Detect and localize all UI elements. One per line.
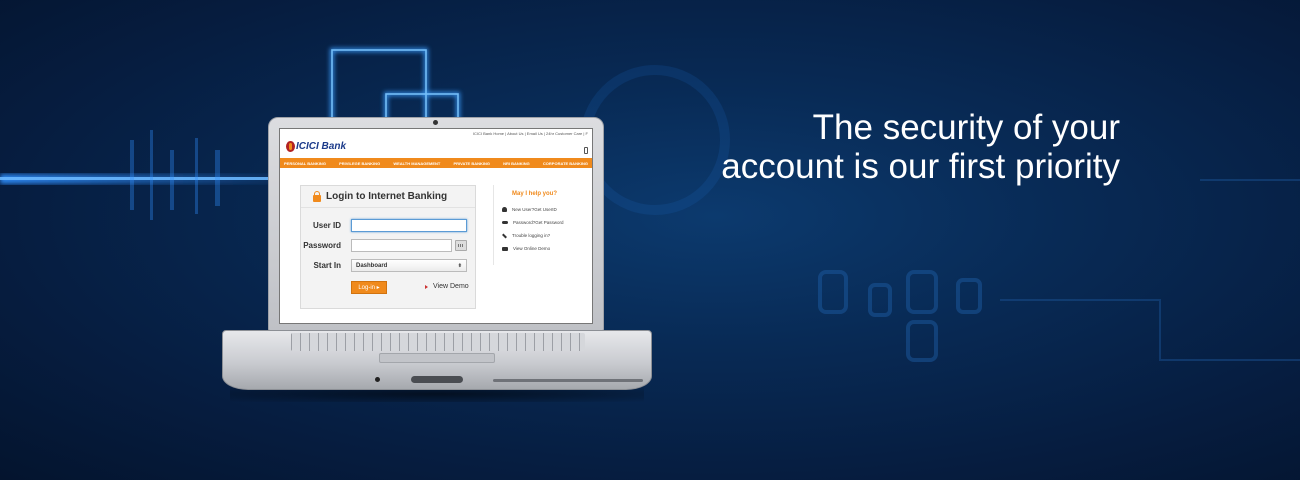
user-icon [502, 207, 507, 212]
bank-logo-icon [286, 141, 295, 152]
laptop-lid: ICICI Bank Home | About Us | Email Us | … [268, 117, 604, 331]
user-id-input[interactable] [351, 219, 467, 232]
help-item-password[interactable]: Password?Get Password [494, 216, 591, 229]
user-id-row: User ID [301, 219, 475, 232]
select-arrows-icon: ⬍ [457, 262, 462, 269]
login-button-label: Log-in [358, 284, 375, 291]
start-in-label: Start In [313, 261, 341, 270]
nav-wealth-management[interactable]: WEALTH MANAGEMENT [393, 161, 440, 166]
laptop-trackpad [379, 353, 495, 363]
password-row: Password [301, 239, 475, 252]
laptop-latch [411, 376, 463, 383]
virtual-keyboard-icon[interactable] [455, 240, 467, 251]
start-in-selected-value: Dashboard [356, 262, 388, 269]
arrow-right-icon [425, 284, 428, 289]
nav-corporate-banking[interactable]: CORPORATE BANKING [543, 161, 588, 166]
help-title: May I help you? [512, 191, 558, 197]
nav-nri-banking[interactable]: NRI BANKING [503, 161, 530, 166]
help-item-label: View Online Demo [513, 246, 551, 251]
login-panel: Login to Internet Banking User ID Passwo… [300, 185, 476, 309]
start-in-select[interactable]: Dashboard ⬍ [351, 259, 467, 272]
bank-logo[interactable]: ICICI Bank [286, 141, 346, 152]
top-links[interactable]: ICICI Bank Home | About Us | Email Us | … [473, 131, 588, 136]
help-panel: May I help you? New User?Get UserID Pass… [493, 185, 591, 265]
lock-icon [313, 190, 321, 202]
help-item-label: Password?Get Password [513, 220, 564, 225]
hero-headline: The security of your account is our firs… [690, 108, 1120, 186]
laptop-screen: ICICI Bank Home | About Us | Email Us | … [279, 128, 593, 324]
hero-headline-line2: account is our first priority [721, 147, 1120, 186]
demo-icon [502, 246, 508, 251]
bank-logo-text: ICICI Bank [296, 141, 347, 152]
background-decoration [0, 48, 1300, 362]
tools-icon [502, 233, 507, 238]
hero-headline-line1: The security of your [812, 108, 1120, 147]
power-light-icon [375, 377, 380, 382]
help-item-label: Trouble logging in? [512, 233, 551, 238]
laptop-vent [493, 379, 643, 382]
start-in-row: Start In Dashboard ⬍ [301, 259, 475, 272]
chevron-right-icon: ▸ [376, 285, 380, 291]
help-item-trouble[interactable]: Trouble logging in? [494, 229, 591, 242]
key-icon [502, 221, 508, 224]
main-nav: PERSONAL BANKING PRIVILEGE BANKING WEALT… [280, 158, 592, 168]
login-title: Login to Internet Banking [326, 191, 448, 202]
nav-personal-banking[interactable]: PERSONAL BANKING [284, 161, 326, 166]
login-button[interactable]: Log-in ▸ [351, 281, 387, 294]
password-input[interactable] [351, 239, 452, 252]
password-label: Password [303, 241, 341, 250]
laptop-base [222, 330, 652, 390]
mobile-icon[interactable] [584, 147, 588, 154]
help-item-demo[interactable]: View Online Demo [494, 242, 591, 255]
help-item-new-user[interactable]: New User?Get UserID [494, 203, 591, 216]
user-id-label: User ID [312, 221, 341, 230]
camera-icon [433, 120, 438, 125]
login-header: Login to Internet Banking [301, 186, 475, 208]
nav-privilege-banking[interactable]: PRIVILEGE BANKING [339, 161, 380, 166]
help-item-label: New User?Get UserID [512, 207, 557, 212]
view-demo-link[interactable]: View Demo [425, 283, 469, 290]
help-list: New User?Get UserID Password?Get Passwor… [494, 203, 591, 255]
view-demo-label: View Demo [433, 283, 469, 290]
laptop-keyboard [291, 333, 585, 351]
nav-private-banking[interactable]: PRIVATE BANKING [453, 161, 490, 166]
